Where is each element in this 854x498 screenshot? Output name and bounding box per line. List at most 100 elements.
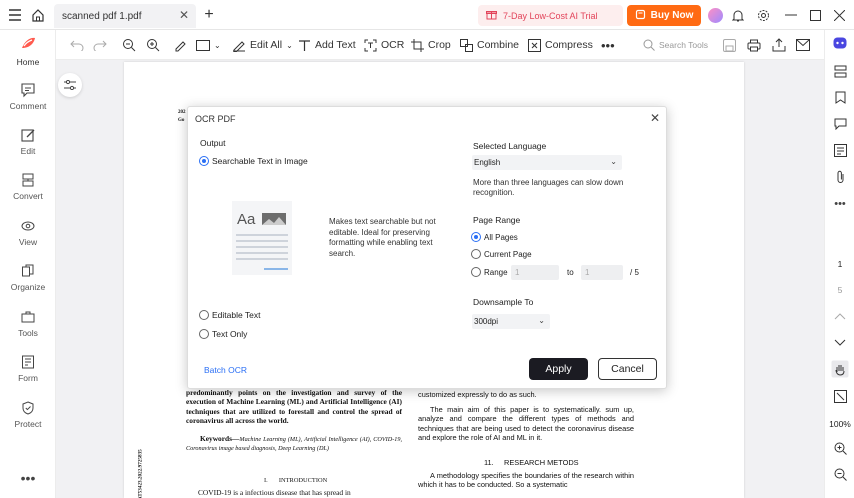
more-options-icon[interactable]: ••• xyxy=(0,470,56,486)
range-label[interactable]: Range xyxy=(484,268,508,277)
more-panel-icon[interactable]: ••• xyxy=(825,198,854,210)
search-icon xyxy=(643,39,655,51)
home-icon[interactable] xyxy=(30,7,46,23)
main-toolbar: ⌄ Edit All ⌄ Add Text OCR Crop Combine C… xyxy=(56,30,824,60)
page-down-icon[interactable] xyxy=(825,339,854,347)
sidebar-item-form[interactable]: Form xyxy=(0,354,56,383)
hamburger-menu-icon[interactable] xyxy=(7,7,23,23)
keywords-label: Keywords— xyxy=(200,434,240,443)
current-page-label[interactable]: Current Page xyxy=(484,250,532,259)
preview-aa-text: Aa xyxy=(237,211,256,228)
research-heading: 11. RESEARCH METODS xyxy=(484,458,579,467)
sidebar-item-label: Comment xyxy=(9,101,47,111)
searchable-description: Makes text searchable but not editable. … xyxy=(329,217,436,258)
highlight-pen-icon[interactable] xyxy=(173,30,187,60)
attachment-icon[interactable] xyxy=(825,170,854,184)
language-select[interactable]: English ⌄ xyxy=(472,155,622,170)
dialog-close-icon[interactable]: ✕ xyxy=(650,111,660,125)
fields-icon[interactable] xyxy=(825,144,854,157)
range-to-label: to xyxy=(567,268,574,277)
ocr-dialog: OCR PDF ✕ Output Searchable Text in Imag… xyxy=(187,106,667,389)
all-pages-radio[interactable] xyxy=(471,232,481,242)
all-pages-label[interactable]: All Pages xyxy=(484,233,518,242)
zoom-level[interactable]: 100% xyxy=(825,419,854,429)
current-page-radio[interactable] xyxy=(471,249,481,259)
sidebar-item-label: View xyxy=(18,237,38,247)
form-icon xyxy=(22,355,34,369)
apply-button[interactable]: Apply xyxy=(529,358,588,380)
text-only-radio[interactable] xyxy=(199,329,209,339)
editable-text-radio[interactable] xyxy=(199,310,209,320)
sidebar-item-protect[interactable]: Protect xyxy=(0,400,56,429)
output-label: Output xyxy=(200,138,226,148)
comment-panel-icon[interactable] xyxy=(825,118,854,130)
right-sidebar: ••• 1 5 100% xyxy=(824,30,854,498)
editable-text-label[interactable]: Editable Text xyxy=(212,310,261,320)
introduction-heading: I. INTRODUCTION xyxy=(264,477,328,484)
range-to-input[interactable]: 1 xyxy=(581,265,623,280)
settings-gear-icon[interactable] xyxy=(756,8,770,22)
bookmark-icon[interactable] xyxy=(825,91,854,104)
close-tab-icon[interactable]: ✕ xyxy=(179,8,189,22)
combine-button[interactable]: Combine xyxy=(460,30,519,60)
compress-button[interactable]: Compress xyxy=(528,30,593,60)
sidebar-item-edit[interactable]: Edit xyxy=(0,127,56,156)
bell-icon[interactable] xyxy=(731,8,745,22)
undo-icon[interactable] xyxy=(70,30,84,60)
cart-icon xyxy=(635,9,646,23)
cancel-button[interactable]: Cancel xyxy=(598,358,657,380)
hand-tool-icon[interactable] xyxy=(825,360,854,378)
batch-ocr-link[interactable]: Batch OCR xyxy=(204,365,247,375)
more-tools-icon[interactable]: ••• xyxy=(601,30,615,60)
downsample-select[interactable]: 300dpi ⌄ xyxy=(472,314,550,329)
sidebar-item-label: Home xyxy=(16,57,40,67)
ai-assistant-icon[interactable] xyxy=(825,37,854,49)
add-text-button[interactable]: Add Text xyxy=(298,30,356,60)
searchable-text-radio[interactable] xyxy=(199,156,209,166)
new-tab-icon[interactable]: + xyxy=(201,6,217,23)
sidebar-item-organize[interactable]: Organize xyxy=(0,263,56,292)
range-radio[interactable] xyxy=(471,267,481,277)
shape-dropdown[interactable]: ⌄ xyxy=(196,30,221,60)
mail-icon[interactable] xyxy=(796,30,810,60)
zoom-out-icon[interactable] xyxy=(122,30,136,60)
thumbnails-icon[interactable] xyxy=(825,65,854,78)
text-only-label[interactable]: Text Only xyxy=(212,329,247,339)
tab-document[interactable]: scanned pdf 1.pdf ✕ xyxy=(54,4,196,28)
language-value: English xyxy=(474,158,501,167)
maximize-icon[interactable] xyxy=(808,8,822,22)
save-icon[interactable] xyxy=(723,30,736,60)
chevron-down-icon: ⌄ xyxy=(538,316,545,325)
search-tools-input[interactable]: Search Tools xyxy=(643,36,723,54)
close-window-icon[interactable] xyxy=(832,8,846,22)
ocr-button[interactable]: OCR xyxy=(364,30,404,60)
buy-now-button[interactable]: Buy Now xyxy=(627,5,701,26)
crop-label: Crop xyxy=(428,39,451,51)
avatar[interactable] xyxy=(708,8,723,23)
preview-lines xyxy=(236,234,288,270)
fit-page-icon[interactable] xyxy=(825,390,854,403)
comment-icon xyxy=(21,83,35,98)
promo-banner[interactable]: 7-Day Low-Cost AI Trial xyxy=(478,5,623,26)
edit-all-button[interactable]: Edit All ⌄ xyxy=(232,30,293,60)
sidebar-item-view[interactable]: View xyxy=(0,218,56,247)
tab-label: scanned pdf 1.pdf xyxy=(62,10,142,22)
filter-settings-icon[interactable] xyxy=(58,73,82,97)
minimize-icon[interactable] xyxy=(784,8,798,22)
zoom-in-icon[interactable] xyxy=(146,30,160,60)
zoom-out-side-icon[interactable] xyxy=(825,468,854,481)
zoom-in-side-icon[interactable] xyxy=(825,442,854,455)
print-icon[interactable] xyxy=(747,30,761,60)
sidebar-item-comment[interactable]: Comment xyxy=(0,82,56,111)
keywords: Keywords—Machine Learning (ML), Artifici… xyxy=(186,434,402,453)
page-current[interactable]: 1 xyxy=(825,259,854,269)
crop-button[interactable]: Crop xyxy=(411,30,451,60)
sidebar-item-tools[interactable]: Tools xyxy=(0,309,56,338)
range-from-input[interactable]: 1 xyxy=(511,265,559,280)
sidebar-item-home[interactable]: Home xyxy=(0,34,56,67)
upload-icon[interactable] xyxy=(772,30,786,60)
searchable-text-label[interactable]: Searchable Text in Image xyxy=(212,156,308,166)
page-up-icon[interactable] xyxy=(825,312,854,320)
sidebar-item-convert[interactable]: Convert xyxy=(0,172,56,201)
redo-icon[interactable] xyxy=(93,30,107,60)
